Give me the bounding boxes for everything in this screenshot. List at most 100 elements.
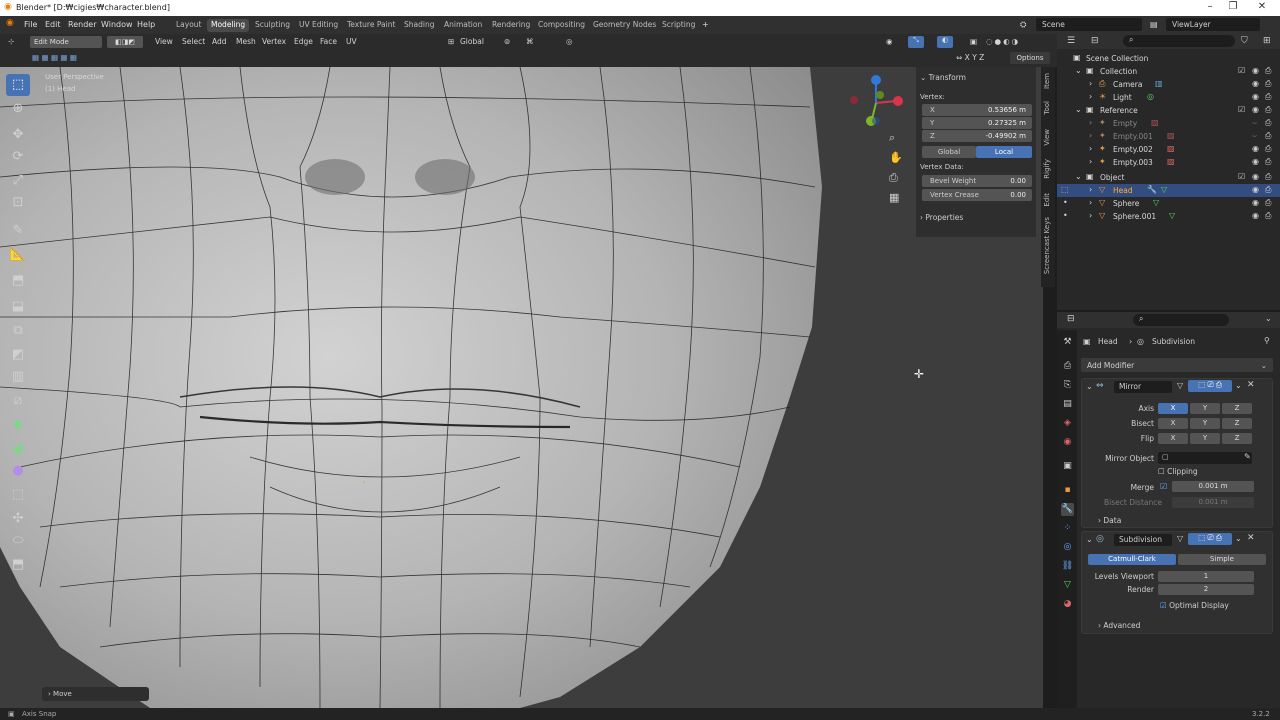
world-tab-icon[interactable]: ◉ [1061, 436, 1074, 449]
bisect-z-toggle[interactable]: Z [1222, 418, 1252, 429]
eye-icon[interactable]: ◉ [1252, 211, 1259, 220]
loop-cut-tool-icon[interactable]: ▥ [6, 366, 30, 388]
transform-tool-icon[interactable]: ⊡ [6, 192, 30, 214]
spin-tool-icon[interactable]: ◕ [6, 438, 30, 460]
levels-viewport-field[interactable]: 1 [1158, 571, 1254, 582]
outliner-row-scene-collection[interactable]: ▣ Scene Collection [1057, 52, 1280, 65]
properties-options-icon[interactable]: ⌄ [1265, 314, 1272, 323]
axis-y-toggle[interactable]: Y [1190, 403, 1220, 414]
measure-tool-icon[interactable]: 📐 [6, 244, 30, 266]
material-tab-icon[interactable]: ◕ [1061, 598, 1074, 611]
menu-file[interactable]: File [24, 20, 37, 29]
rotate-tool-icon[interactable]: ⟳ [6, 146, 30, 168]
filter-icon[interactable]: ⛉ [1241, 36, 1248, 46]
tab-layout[interactable]: Layout [172, 19, 206, 32]
tab-screencast-keys[interactable]: Screencast Keys [1043, 217, 1051, 274]
tab-shading[interactable]: Shading [400, 19, 438, 32]
options-dropdown[interactable]: Options [1010, 52, 1050, 64]
tab-item[interactable]: Item [1043, 73, 1051, 89]
shading-mode-icons[interactable]: ◌●◐◑ [986, 37, 1020, 46]
maximize-button[interactable]: ❐ [1223, 1, 1243, 12]
checkbox-icon[interactable]: ☑ [1238, 172, 1245, 181]
tab-compositing[interactable]: Compositing [534, 19, 589, 32]
rip-region-tool-icon[interactable]: ⬒ [6, 554, 30, 576]
mirror-options-icon[interactable]: ⇔ X Y Z [956, 53, 984, 62]
clipping-checkbox[interactable]: ☐ Clipping [1158, 467, 1198, 476]
tab-tool[interactable]: Tool [1043, 101, 1051, 115]
tab-scripting[interactable]: Scripting [658, 19, 699, 32]
eye-icon[interactable]: ◉ [1252, 172, 1259, 181]
collection-tab-icon[interactable]: ▣ [1061, 460, 1074, 473]
camera-render-icon[interactable]: ⎙ [1265, 172, 1271, 182]
orientation-dropdown[interactable]: Global [460, 37, 484, 46]
mirror-name-field[interactable]: Mirror [1114, 381, 1172, 393]
proportional-edit-icon[interactable]: ◎ [566, 37, 573, 46]
edge-slide-tool-icon[interactable]: ⬚ [6, 484, 30, 506]
orientation-icon[interactable]: ⊞ [448, 37, 454, 46]
inset-tool-icon[interactable]: ⧉ [6, 320, 30, 342]
flip-y-toggle[interactable]: Y [1190, 433, 1220, 444]
camera-render-icon[interactable]: ⎙ [1265, 66, 1271, 76]
vertex-x-field[interactable]: X 0.53656 m [922, 104, 1032, 116]
add-cube-tool-icon[interactable]: ⬒ [6, 270, 30, 292]
mode-selector[interactable]: Edit Mode [30, 36, 102, 48]
outliner-row-sphere-001[interactable]: • › ▽ Sphere.001 ▽ ◉ ⎙ [1057, 210, 1280, 223]
output-tab-icon[interactable]: ⎘ [1061, 379, 1074, 392]
overlay-toggle-icon[interactable]: ◐ [937, 36, 953, 48]
physics-tab-icon[interactable]: ◎ [1061, 541, 1074, 554]
constraints-tab-icon[interactable]: ⛓ [1061, 560, 1074, 573]
particles-tab-icon[interactable]: ⁘ [1061, 522, 1074, 535]
outliner-search-input[interactable]: ⌕ [1123, 35, 1235, 47]
3d-viewport[interactable]: User Perspective (1) Head ⌕ ✋ ⎙ ▦ ✛ ◦ › … [0, 67, 1043, 708]
outliner-row-reference[interactable]: ⌄ ▣ Reference ☑ ◉ ⎙ [1057, 104, 1280, 117]
tab-edit[interactable]: Edit [1043, 193, 1051, 207]
camera-render-icon[interactable]: ⎙ [1265, 185, 1271, 195]
poly-build-tool-icon[interactable]: ◆ [6, 414, 30, 436]
tab-rendering[interactable]: Rendering [488, 19, 534, 32]
axis-z-toggle[interactable]: Z [1222, 403, 1252, 414]
editor-type-icon[interactable]: ⊹ [8, 37, 14, 46]
eye-icon[interactable]: ◉ [1252, 185, 1259, 194]
flip-z-toggle[interactable]: Z [1222, 433, 1252, 444]
data-subpanel-header[interactable]: › Data [1098, 516, 1121, 525]
xray-icon[interactable]: ▣ [970, 37, 977, 46]
tool-tab-icon[interactable]: ⚒ [1061, 336, 1074, 349]
smooth-tool-icon[interactable]: ● [6, 460, 30, 482]
outliner-editor-icon[interactable]: ☰ [1067, 36, 1075, 46]
checkbox-icon[interactable]: ☑ [1238, 66, 1245, 75]
eye-icon[interactable]: ◉ [1252, 198, 1259, 207]
eye-icon[interactable]: ◉ [1252, 79, 1259, 88]
tab-texture-paint[interactable]: Texture Paint [343, 19, 399, 32]
tab-geometry-nodes[interactable]: Geometry Nodes [589, 19, 660, 32]
scene-field[interactable]: Scene [1036, 18, 1142, 31]
shear-tool-icon[interactable]: ⬭ [6, 530, 30, 552]
knife-tool-icon[interactable]: ⧄ [6, 390, 30, 412]
new-collection-icon[interactable]: ⊞ [1263, 36, 1271, 46]
eye-icon[interactable]: ◉ [1252, 105, 1259, 114]
menu-mesh[interactable]: Mesh [236, 37, 256, 46]
menu-render[interactable]: Render [68, 20, 96, 29]
data-tab-icon[interactable]: ▽ [1061, 579, 1074, 592]
camera-render-icon[interactable]: ⎙ [1265, 105, 1271, 115]
merge-checkbox[interactable]: ☑ [1160, 482, 1167, 491]
outliner-row-empty-001[interactable]: › ✦ Empty.001 ▨ ⌣ ⎙ [1057, 130, 1280, 143]
outliner-row-collection[interactable]: ⌄ ▣ Collection ☑ ◉ ⎙ [1057, 65, 1280, 78]
pin-icon[interactable]: ⚲ [1264, 336, 1270, 345]
eyedropper-icon[interactable]: ✎ [1244, 452, 1251, 461]
camera-render-icon[interactable]: ⎙ [1265, 157, 1271, 167]
view-layer-field[interactable]: ViewLayer [1166, 18, 1260, 31]
object-tab-icon[interactable]: ▪ [1061, 484, 1074, 497]
vertex-crease-field[interactable]: Vertex Crease 0.00 [922, 189, 1032, 201]
chevron-down-icon[interactable]: ⌄ [1235, 381, 1242, 390]
scale-tool-icon[interactable]: ⤢ [6, 170, 30, 192]
annotate-tool-icon[interactable]: ✎ [6, 220, 30, 242]
zoom-icon[interactable]: ⌕ [889, 131, 895, 145]
cursor-tool-icon[interactable]: ⊕ [6, 98, 30, 120]
bevel-weight-field[interactable]: Bevel Weight 0.00 [922, 175, 1032, 187]
eye-icon[interactable]: ◉ [1252, 92, 1259, 101]
advanced-subpanel-header[interactable]: › Advanced [1098, 621, 1140, 630]
bisect-y-toggle[interactable]: Y [1190, 418, 1220, 429]
select-box-tool-icon[interactable]: ⬚ [6, 74, 30, 96]
edit-mode-toggle-icon[interactable]: ▽ [1177, 534, 1183, 543]
flip-x-toggle[interactable]: X [1158, 433, 1188, 444]
